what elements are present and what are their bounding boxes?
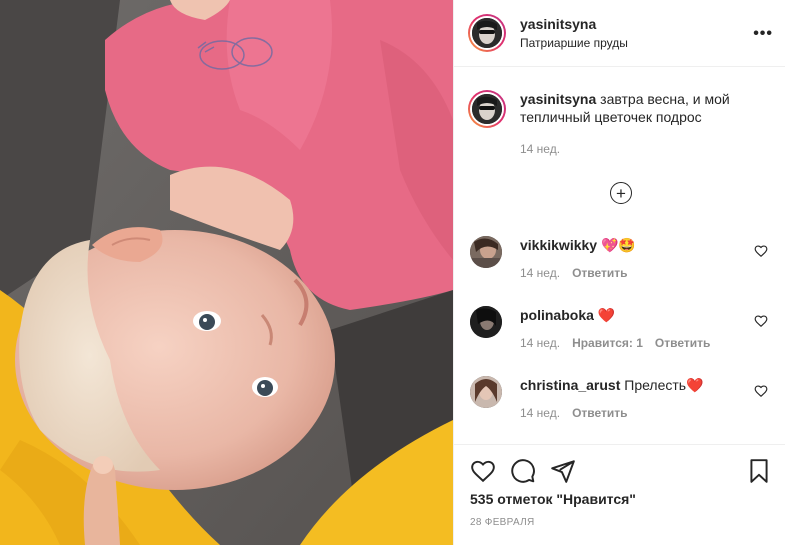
comment-time[interactable]: 14 нед. xyxy=(520,336,560,350)
author-meta: yasinitsyna Патриаршие пруды xyxy=(520,16,628,50)
caption-avatar-image xyxy=(472,94,502,124)
baby-photo-image xyxy=(0,0,453,545)
commenter-avatar-image xyxy=(470,306,502,338)
post-date[interactable]: 28 ФЕВРАЛЯ xyxy=(470,517,535,528)
post-caption: yasinitsyna завтра весна, и мой тепличны… xyxy=(468,90,773,158)
more-options-icon[interactable]: ••• xyxy=(753,25,773,43)
comment-item: polinaboka ❤️ 14 нед. Нравится: 1 Ответи… xyxy=(470,306,770,350)
comment-body: polinaboka ❤️ 14 нед. Нравится: 1 Ответи… xyxy=(520,306,745,350)
comment-text: ❤️ xyxy=(597,307,616,323)
actions-divider xyxy=(454,444,785,445)
caption-time[interactable]: 14 нед. xyxy=(520,140,760,158)
paper-plane-icon[interactable] xyxy=(550,458,576,484)
commenter-avatar[interactable] xyxy=(470,306,502,338)
reply-button[interactable]: Ответить xyxy=(572,406,627,420)
author-username[interactable]: yasinitsyna xyxy=(520,16,628,32)
comment-item: christina_arust Прелесть❤️ 14 нед. Ответ… xyxy=(470,376,770,420)
comment-body: christina_arust Прелесть❤️ 14 нед. Ответ… xyxy=(520,376,745,420)
comment-meta: 14 нед. Ответить xyxy=(520,406,745,420)
post-photo[interactable] xyxy=(0,0,453,545)
commenter-avatar-image xyxy=(470,376,502,408)
author-avatar-image xyxy=(472,18,502,48)
comment-username[interactable]: polinaboka xyxy=(520,307,594,323)
likes-count[interactable]: 535 отметок "Нравится" xyxy=(470,491,636,507)
comment-likes-count[interactable]: Нравится: 1 xyxy=(572,336,643,350)
bookmark-icon[interactable] xyxy=(746,458,772,484)
commenter-avatar[interactable] xyxy=(470,376,502,408)
comment-time[interactable]: 14 нед. xyxy=(520,266,560,280)
heart-icon[interactable] xyxy=(470,458,496,484)
author-avatar[interactable] xyxy=(468,14,506,52)
commenter-avatar-image xyxy=(470,236,502,268)
comment-item: vikkikwikky 💖🤩 14 нед. Ответить xyxy=(470,236,770,280)
comment-text: Прелесть❤️ xyxy=(624,377,704,393)
caption-body: yasinitsyna завтра весна, и мой тепличны… xyxy=(520,90,760,158)
reply-button[interactable]: Ответить xyxy=(655,336,710,350)
post-location[interactable]: Патриаршие пруды xyxy=(520,36,628,50)
comment-icon[interactable] xyxy=(510,458,536,484)
reply-button[interactable]: Ответить xyxy=(572,266,627,280)
comment-meta: 14 нед. Нравится: 1 Ответить xyxy=(520,336,745,350)
post-details-panel: yasinitsyna Патриаршие пруды ••• yasinit… xyxy=(453,0,785,545)
load-more-comments-button[interactable]: + xyxy=(610,182,632,204)
commenter-avatar[interactable] xyxy=(470,236,502,268)
caption-username[interactable]: yasinitsyna xyxy=(520,91,596,107)
caption-avatar[interactable] xyxy=(468,90,506,128)
post-header: yasinitsyna Патриаршие пруды ••• xyxy=(468,11,773,55)
comment-like-icon[interactable] xyxy=(754,384,768,398)
comment-like-icon[interactable] xyxy=(754,244,768,258)
comment-text: 💖🤩 xyxy=(600,237,636,253)
header-divider xyxy=(454,66,785,67)
post-actions-bar xyxy=(470,458,772,484)
comment-username[interactable]: christina_arust xyxy=(520,377,620,393)
comment-meta: 14 нед. Ответить xyxy=(520,266,745,280)
comment-username[interactable]: vikkikwikky xyxy=(520,237,597,253)
comment-body: vikkikwikky 💖🤩 14 нед. Ответить xyxy=(520,236,745,280)
plus-circle-icon: + xyxy=(616,183,626,203)
comment-like-icon[interactable] xyxy=(754,314,768,328)
comment-time[interactable]: 14 нед. xyxy=(520,406,560,420)
